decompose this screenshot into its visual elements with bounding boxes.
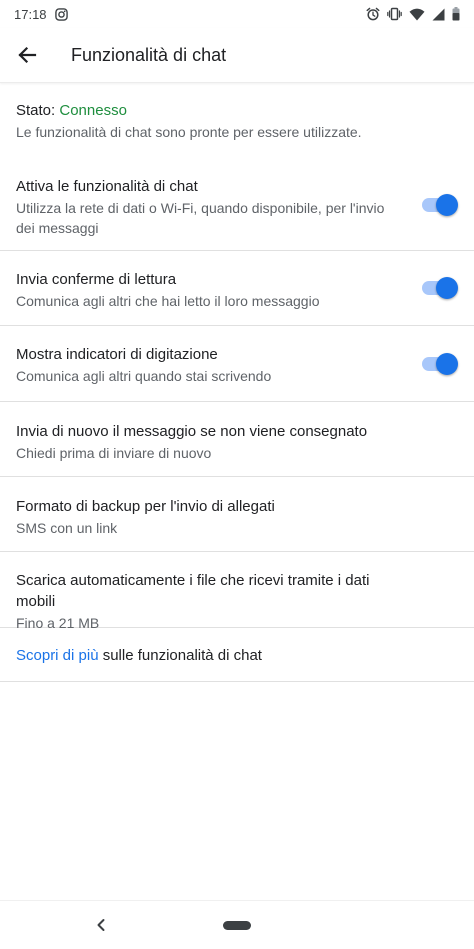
back-arrow-icon <box>18 46 37 64</box>
setting-title: Attiva le funzionalità di chat <box>16 178 198 195</box>
setting-subtitle: Utilizza la rete di dati o Wi-Fi, quando… <box>16 200 385 236</box>
status-label: Stato: <box>16 102 56 119</box>
navigation-bar <box>0 900 474 949</box>
setting-subtitle: Comunica agli altri quando stai scrivend… <box>16 368 272 384</box>
status-value: Connesso <box>59 102 127 119</box>
setting-subtitle: Chiedi prima di inviare di nuovo <box>16 445 212 461</box>
nav-back-button[interactable] <box>94 917 108 933</box>
status-bar-right <box>366 7 460 21</box>
learn-more-row: Scopri di più sulle funzionalità di chat <box>0 628 474 682</box>
status-bar-left: 17:18 <box>14 7 68 22</box>
battery-icon <box>452 7 460 21</box>
status-line: Stato: Connesso <box>16 101 458 121</box>
toggle-thumb <box>436 277 458 299</box>
learn-more-rest: sulle funzionalità di chat <box>98 647 262 664</box>
setting-resend-undelivered[interactable]: Invia di nuovo il messaggio se non viene… <box>0 402 474 477</box>
signal-icon <box>432 8 445 21</box>
status-description: Le funzionalità di chat sono pronte per … <box>16 124 362 140</box>
setting-auto-download-mobile-data[interactable]: Scarica automaticamente i file che ricev… <box>0 552 474 631</box>
vibrate-icon <box>387 7 402 21</box>
settings-list: Stato: Connesso Le funzionalità di chat … <box>0 82 474 682</box>
status-bar: 17:18 <box>0 0 474 28</box>
learn-more-link[interactable]: Scopri di più <box>16 647 99 664</box>
setting-title: Invia di nuovo il messaggio se non viene… <box>16 423 368 440</box>
setting-title: Mostra indicatori di digitazione <box>16 346 218 363</box>
setting-title: Invia conferme di lettura <box>16 271 177 288</box>
setting-subtitle: SMS con un link <box>16 520 118 536</box>
nav-back-icon <box>97 919 105 931</box>
back-button[interactable] <box>15 43 39 67</box>
typing-indicators-toggle[interactable] <box>422 353 458 375</box>
read-receipts-toggle[interactable] <box>422 277 458 299</box>
toggle-thumb <box>436 353 458 375</box>
enable-chat-features-toggle[interactable] <box>422 194 458 216</box>
learn-more-text: Scopri di più sulle funzionalità di chat <box>16 645 458 666</box>
toggle-thumb <box>436 194 458 216</box>
wifi-icon <box>409 8 425 21</box>
setting-attachment-backup-format[interactable]: Formato di backup per l'invio di allegat… <box>0 477 474 552</box>
setting-enable-chat-features[interactable]: Attiva le funzionalità di chat Utilizza … <box>0 157 474 251</box>
alarm-icon <box>366 7 380 21</box>
setting-subtitle: Comunica agli altri che hai letto il lor… <box>16 293 320 309</box>
instagram-icon <box>54 7 68 21</box>
status-time: 17:18 <box>14 6 47 22</box>
setting-title: Scarica automaticamente i file che ricev… <box>16 572 370 610</box>
nav-home-pill[interactable] <box>223 921 251 930</box>
setting-typing-indicators[interactable]: Mostra indicatori di digitazione Comunic… <box>0 326 474 402</box>
setting-send-read-receipts[interactable]: Invia conferme di lettura Comunica agli … <box>0 251 474 326</box>
app-bar: Funzionalità di chat <box>0 28 474 83</box>
setting-title: Formato di backup per l'invio di allegat… <box>16 498 275 515</box>
page-title: Funzionalità di chat <box>71 44 227 65</box>
connection-status: Stato: Connesso Le funzionalità di chat … <box>0 82 474 157</box>
